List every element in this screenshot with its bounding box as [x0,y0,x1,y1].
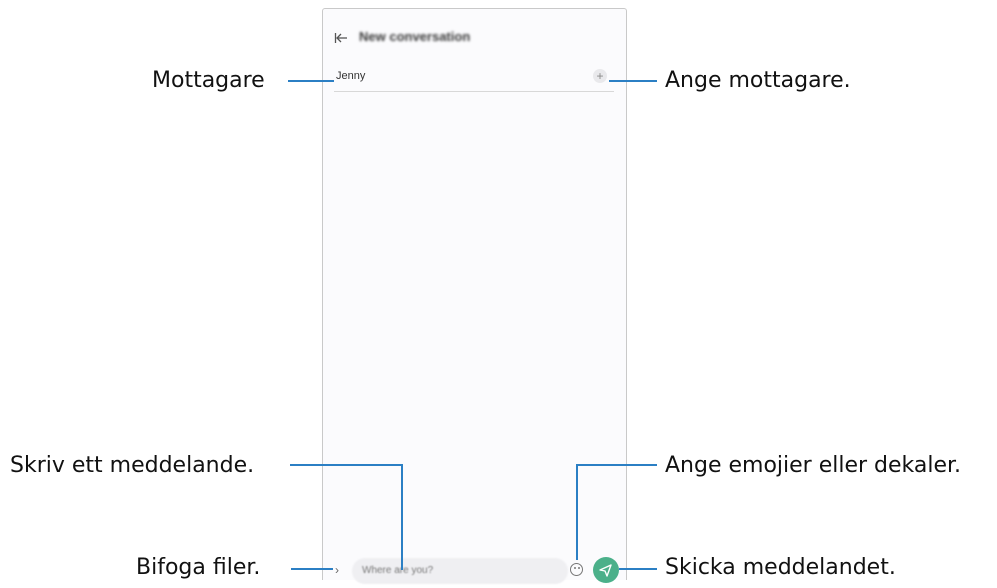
plus-icon[interactable]: + [593,69,607,83]
callout-skriv: Skriv ett meddelande. [10,453,255,478]
callout-emoji: Ange emojier eller dekaler. [665,453,962,478]
message-input[interactable]: Where are you? [352,558,568,584]
callout-line-bifoga [291,568,333,570]
send-button[interactable] [593,557,619,583]
recipient-underline [334,91,614,92]
callout-line-skicka [619,568,657,570]
callout-bifoga: Bifoga filer. [136,555,261,580]
chevron-right-icon[interactable]: › [335,562,339,578]
callout-line-ange-mottagare [609,80,657,82]
screen-title: New conversation [359,29,471,44]
callout-mottagare: Mottagare [152,68,265,93]
callout-line-emoji-v [576,464,578,560]
send-icon [599,564,612,577]
emoji-icon[interactable] [570,563,583,576]
callout-skicka: Skicka meddelandet. [665,555,896,580]
phone-screen [322,8,627,580]
callout-line-mottagare [288,80,334,82]
callout-line-skriv-v [401,464,403,570]
back-arrow-icon[interactable] [334,30,348,46]
callout-line-skriv-h [290,464,403,466]
callout-ange-mottagare: Ange mottagare. [665,68,851,93]
recipient-field[interactable]: Jenny [336,70,365,82]
callout-line-emoji-h [576,464,657,466]
